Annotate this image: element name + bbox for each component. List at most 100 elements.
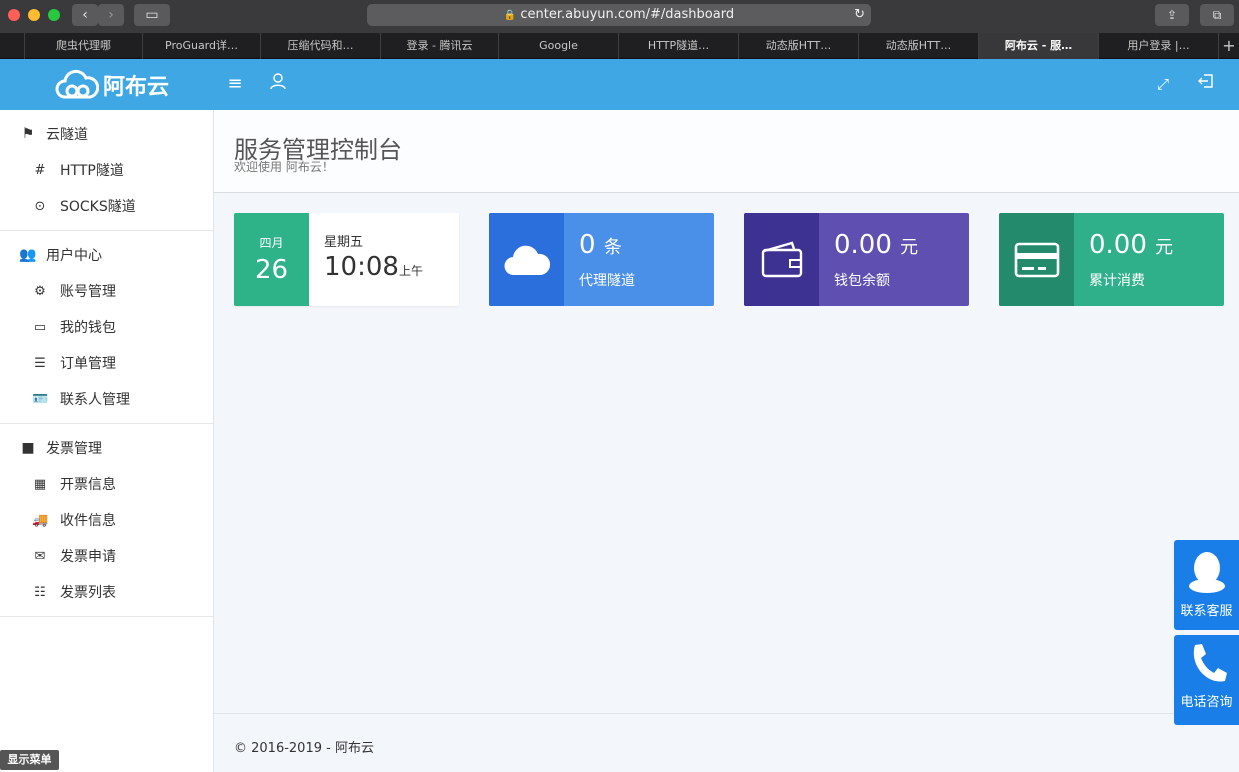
group-label: 云隧道 [46,127,88,143]
sidebar-group-tunnel: ⚑ 云隧道 # HTTP隧道 ⊙ SOCKS隧道 [0,110,213,231]
sidebar-item-orders[interactable]: ☰ 订单管理 [0,345,213,381]
time-row: 10:08上午 [324,252,444,282]
sidebar-item-label: 发票列表 [60,585,116,601]
tab[interactable]: 登录 - 腾讯云 [380,33,498,59]
reload-icon[interactable]: ↻ [854,4,865,26]
tab-label: Google [539,39,578,52]
group-label: 用户中心 [46,248,102,264]
wallet-info: 0.00 元 钱包余额 [819,213,969,306]
sidebar: ⚑ 云隧道 # HTTP隧道 ⊙ SOCKS隧道 👥 用户中心 ⚙ 账号管理 ▭ 我的钱包 … [0,110,214,772]
target-icon: ⊙ [34,198,46,214]
spent-label: 累计消费 [1089,273,1145,289]
page-subtitle: 欢迎使用 阿布云！ [234,160,334,174]
minimize-window-button[interactable] [28,9,40,21]
wallet-icon [744,213,819,306]
page-header: 服务管理控制台 欢迎使用 阿布云！ [214,110,1239,193]
gear-icon: ⚙ [34,283,46,299]
envelope-icon: ✉ [34,548,46,564]
time-label: 10:08 [324,252,399,282]
tab[interactable]: ProGuard详… [142,33,260,59]
signpost-icon: ⚑ [21,126,35,142]
ampm-label: 上午 [398,264,423,278]
users-icon: 👥 [19,247,37,263]
sidebar-item-contacts[interactable]: 🪪 联系人管理 [0,381,213,417]
spent-card[interactable]: 0.00 元 累计消费 [999,213,1224,306]
sidebar-item-label: HTTP隧道 [60,163,124,179]
expand-icon[interactable]: ⤢ [1152,73,1174,95]
tab-bar: 爬虫代理哪 ProGuard详… 压缩代码和… 登录 - 腾讯云 Google … [0,33,1239,59]
tunnels-card[interactable]: 0 条 代理隧道 [489,213,714,306]
forward-button[interactable]: › [98,4,124,26]
contact-service-button[interactable]: 联系客服 [1174,540,1239,630]
sidebar-group-title[interactable]: ■ 发票管理 [0,430,213,466]
sidebar-item-account[interactable]: ⚙ 账号管理 [0,273,213,309]
tab-label: 压缩代码和… [287,39,354,52]
sidebar-group-title[interactable]: 👥 用户中心 [0,237,213,273]
sidebar-item-socks-tunnel[interactable]: ⊙ SOCKS隧道 [0,188,213,224]
tunnels-count: 0 [579,230,596,260]
tab[interactable]: Google [498,33,618,59]
list-icon: ☷ [34,584,46,600]
tab-label: 爬虫代理哪 [56,39,111,52]
qq-penguin-icon [1188,552,1225,593]
sidebar-item-label: 收件信息 [60,513,116,529]
tab[interactable]: 动态版HTT… [858,33,978,59]
sidebar-item-invoice-list[interactable]: ☷ 发票列表 [0,574,213,610]
wallet-card[interactable]: 0.00 元 钱包余额 [744,213,969,306]
contact-service-label: 联系客服 [1180,604,1233,619]
close-window-button[interactable] [8,9,20,21]
tab[interactable]: HTTP隧道… [618,33,738,59]
sidebar-item-label: SOCKS隧道 [60,199,136,215]
tab[interactable]: 压缩代码和… [260,33,380,59]
folder-icon: ■ [21,440,35,456]
sidebar-toggle-button[interactable]: ▭ [134,4,170,26]
id-card-icon: 🪪 [32,391,49,407]
tabs-overview-button[interactable]: ⧉ [1200,4,1234,26]
table-icon: ▦ [33,476,47,492]
tab-active[interactable]: 阿布云 - 服… [978,33,1098,59]
phone-consult-label: 电话咨询 [1180,695,1233,710]
user-icon[interactable] [267,73,289,95]
address-bar[interactable]: 🔒 center.abuyun.com/#/dashboard ↻ [367,4,871,26]
footer: © 2016-2019 - 阿布云 [214,713,1239,772]
sidebar-item-invoice-apply[interactable]: ✉ 发票申请 [0,538,213,574]
sidebar-group-title[interactable]: ⚑ 云隧道 [0,116,213,152]
new-tab-button[interactable]: + [1218,33,1239,59]
sidebar-item-shipping-info[interactable]: 🚚 收件信息 [0,502,213,538]
sidebar-group-user: 👥 用户中心 ⚙ 账号管理 ▭ 我的钱包 ☰ 订单管理 🪪 联系人管理 [0,231,213,424]
url-text: center.abuyun.com/#/dashboard [520,7,735,22]
tab-label: 动态版HTT… [765,39,832,52]
wallet-label: 钱包余额 [834,273,890,289]
sidebar-item-label: 联系人管理 [60,392,130,408]
logo[interactable]: 阿布云 [55,69,169,101]
lock-icon: 🔒 [503,10,517,21]
copyright-text: © 2016-2019 - 阿布云 [234,741,374,756]
credit-card-icon [999,213,1074,306]
spent-info: 0.00 元 累计消费 [1074,213,1224,306]
tab-label: 登录 - 腾讯云 [406,39,473,52]
sidebar-item-label: 发票申请 [60,549,116,565]
sidebar-item-http-tunnel[interactable]: # HTTP隧道 [0,152,213,188]
tab-label: HTTP隧道… [647,39,710,52]
share-button[interactable]: ⇪ [1155,4,1189,26]
list-icon: ☰ [34,355,46,371]
tab[interactable]: 用户登录 |… [1098,33,1218,59]
logout-icon[interactable] [1195,73,1217,95]
sidebar-item-wallet[interactable]: ▭ 我的钱包 [0,309,213,345]
back-button[interactable]: ‹ [72,4,98,26]
show-menu-button[interactable]: 显示菜单 [0,750,59,770]
sidebar-item-label: 开票信息 [60,477,116,493]
tab[interactable]: 动态版HTT… [738,33,858,59]
folder-icon: ▭ [33,319,47,335]
tab-label: 动态版HTT… [885,39,952,52]
tunnels-unit: 条 [603,237,622,258]
sidebar-item-label: 订单管理 [60,356,116,372]
tab[interactable]: 爬虫代理哪 [24,33,142,59]
zoom-window-button[interactable] [48,9,60,21]
menu-icon[interactable]: ≡ [224,73,246,95]
sidebar-item-invoice-info[interactable]: ▦ 开票信息 [0,466,213,502]
phone-consult-button[interactable]: 电话咨询 [1174,635,1239,725]
wallet-unit: 元 [900,237,919,258]
day-label: 26 [254,255,289,285]
truck-icon: 🚚 [32,512,49,528]
